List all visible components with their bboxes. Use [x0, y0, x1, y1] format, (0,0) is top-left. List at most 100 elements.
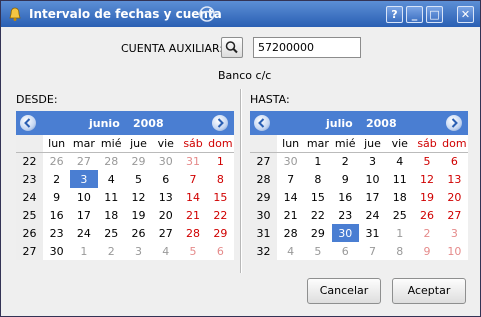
day-cell[interactable]: 6 — [152, 170, 179, 188]
from-year[interactable]: 2008 — [133, 117, 164, 130]
close-button[interactable]: ✕ — [457, 6, 474, 23]
day-cell[interactable]: 3 — [441, 224, 468, 242]
day-cell[interactable]: 3 — [359, 152, 386, 170]
day-cell[interactable]: 5 — [125, 170, 152, 188]
day-cell[interactable]: 7 — [179, 170, 206, 188]
day-cell[interactable]: 28 — [179, 224, 206, 242]
day-cell[interactable]: 18 — [98, 206, 125, 224]
day-cell[interactable]: 12 — [413, 170, 440, 188]
day-cell[interactable]: 1 — [207, 152, 234, 170]
day-cell[interactable]: 5 — [179, 242, 206, 260]
accept-button[interactable]: Aceptar — [392, 278, 466, 304]
day-cell[interactable]: 7 — [277, 170, 304, 188]
cancel-button[interactable]: Cancelar — [307, 278, 381, 304]
day-cell[interactable]: 31 — [179, 152, 206, 170]
day-cell[interactable]: 7 — [359, 242, 386, 260]
prev-month-button[interactable] — [254, 115, 270, 131]
day-cell[interactable]: 21 — [277, 206, 304, 224]
day-cell[interactable]: 9 — [413, 242, 440, 260]
day-cell[interactable]: 30 — [152, 152, 179, 170]
day-cell[interactable]: 2 — [43, 170, 70, 188]
day-cell[interactable]: 27 — [152, 224, 179, 242]
to-year[interactable]: 2008 — [366, 117, 397, 130]
day-cell[interactable]: 29 — [304, 224, 331, 242]
day-cell[interactable]: 24 — [359, 206, 386, 224]
day-cell[interactable]: 29 — [207, 224, 234, 242]
to-month[interactable]: julio — [326, 117, 353, 130]
minimize-button[interactable]: _ — [406, 6, 423, 23]
day-cell[interactable]: 30 — [331, 224, 359, 242]
day-cell[interactable]: 28 — [277, 224, 304, 242]
day-cell[interactable]: 11 — [386, 170, 413, 188]
day-cell[interactable]: 12 — [125, 188, 152, 206]
day-cell[interactable]: 29 — [125, 152, 152, 170]
next-month-button[interactable] — [446, 115, 462, 131]
day-cell[interactable]: 21 — [179, 206, 206, 224]
day-cell[interactable]: 10 — [70, 188, 97, 206]
day-cell[interactable]: 1 — [304, 152, 331, 170]
day-cell[interactable]: 31 — [359, 224, 386, 242]
day-cell[interactable]: 23 — [43, 224, 70, 242]
day-cell[interactable]: 20 — [441, 188, 468, 206]
day-cell[interactable]: 22 — [207, 206, 234, 224]
day-cell[interactable]: 26 — [43, 152, 70, 170]
day-cell[interactable]: 25 — [386, 206, 413, 224]
account-search-button[interactable] — [221, 37, 243, 58]
day-cell[interactable]: 8 — [207, 170, 234, 188]
day-cell[interactable]: 17 — [359, 188, 386, 206]
day-cell[interactable]: 30 — [43, 242, 70, 260]
day-cell[interactable]: 1 — [70, 242, 97, 260]
day-cell[interactable]: 6 — [207, 242, 234, 260]
day-cell[interactable]: 22 — [304, 206, 331, 224]
day-cell[interactable]: 24 — [70, 224, 97, 242]
day-cell[interactable]: 25 — [98, 224, 125, 242]
day-cell[interactable]: 4 — [277, 242, 304, 260]
day-cell[interactable]: 2 — [98, 242, 125, 260]
from-month[interactable]: junio — [89, 117, 120, 130]
day-cell[interactable]: 9 — [43, 188, 70, 206]
day-cell[interactable]: 10 — [441, 242, 468, 260]
day-cell[interactable]: 23 — [332, 206, 359, 224]
day-cell[interactable]: 16 — [43, 206, 70, 224]
day-cell[interactable]: 9 — [332, 170, 359, 188]
help-button[interactable]: ? — [386, 6, 403, 23]
day-cell[interactable]: 10 — [359, 170, 386, 188]
day-cell[interactable]: 18 — [386, 188, 413, 206]
prev-month-button[interactable] — [20, 115, 36, 131]
day-cell[interactable]: 26 — [125, 224, 152, 242]
day-cell[interactable]: 26 — [413, 206, 440, 224]
day-cell[interactable]: 19 — [125, 206, 152, 224]
day-cell[interactable]: 19 — [413, 188, 440, 206]
day-cell[interactable]: 4 — [98, 170, 125, 188]
day-cell[interactable]: 13 — [152, 188, 179, 206]
day-cell[interactable]: 30 — [277, 152, 304, 170]
day-cell[interactable]: 3 — [125, 242, 152, 260]
day-cell[interactable]: 27 — [70, 152, 97, 170]
day-cell[interactable]: 14 — [179, 188, 206, 206]
account-input[interactable] — [253, 37, 361, 58]
day-cell[interactable]: 3 — [70, 170, 98, 188]
maximize-button[interactable]: □ — [426, 6, 443, 23]
title-bar[interactable]: Intervalo de fechas y cuenta ? _ □ ✕ — [1, 1, 480, 27]
day-cell[interactable]: 8 — [304, 170, 331, 188]
day-cell[interactable]: 13 — [441, 170, 468, 188]
day-cell[interactable]: 17 — [70, 206, 97, 224]
day-cell[interactable]: 20 — [152, 206, 179, 224]
day-cell[interactable]: 11 — [98, 188, 125, 206]
day-cell[interactable]: 15 — [304, 188, 331, 206]
day-cell[interactable]: 5 — [304, 242, 331, 260]
day-cell[interactable]: 27 — [441, 206, 468, 224]
next-month-button[interactable] — [212, 115, 228, 131]
day-cell[interactable]: 14 — [277, 188, 304, 206]
day-cell[interactable]: 2 — [413, 224, 440, 242]
day-cell[interactable]: 16 — [332, 188, 359, 206]
day-cell[interactable]: 15 — [207, 188, 234, 206]
day-cell[interactable]: 1 — [386, 224, 413, 242]
day-cell[interactable]: 6 — [332, 242, 359, 260]
day-cell[interactable]: 4 — [386, 152, 413, 170]
day-cell[interactable]: 5 — [413, 152, 440, 170]
day-cell[interactable]: 4 — [152, 242, 179, 260]
day-cell[interactable]: 8 — [386, 242, 413, 260]
day-cell[interactable]: 2 — [332, 152, 359, 170]
day-cell[interactable]: 6 — [441, 152, 468, 170]
